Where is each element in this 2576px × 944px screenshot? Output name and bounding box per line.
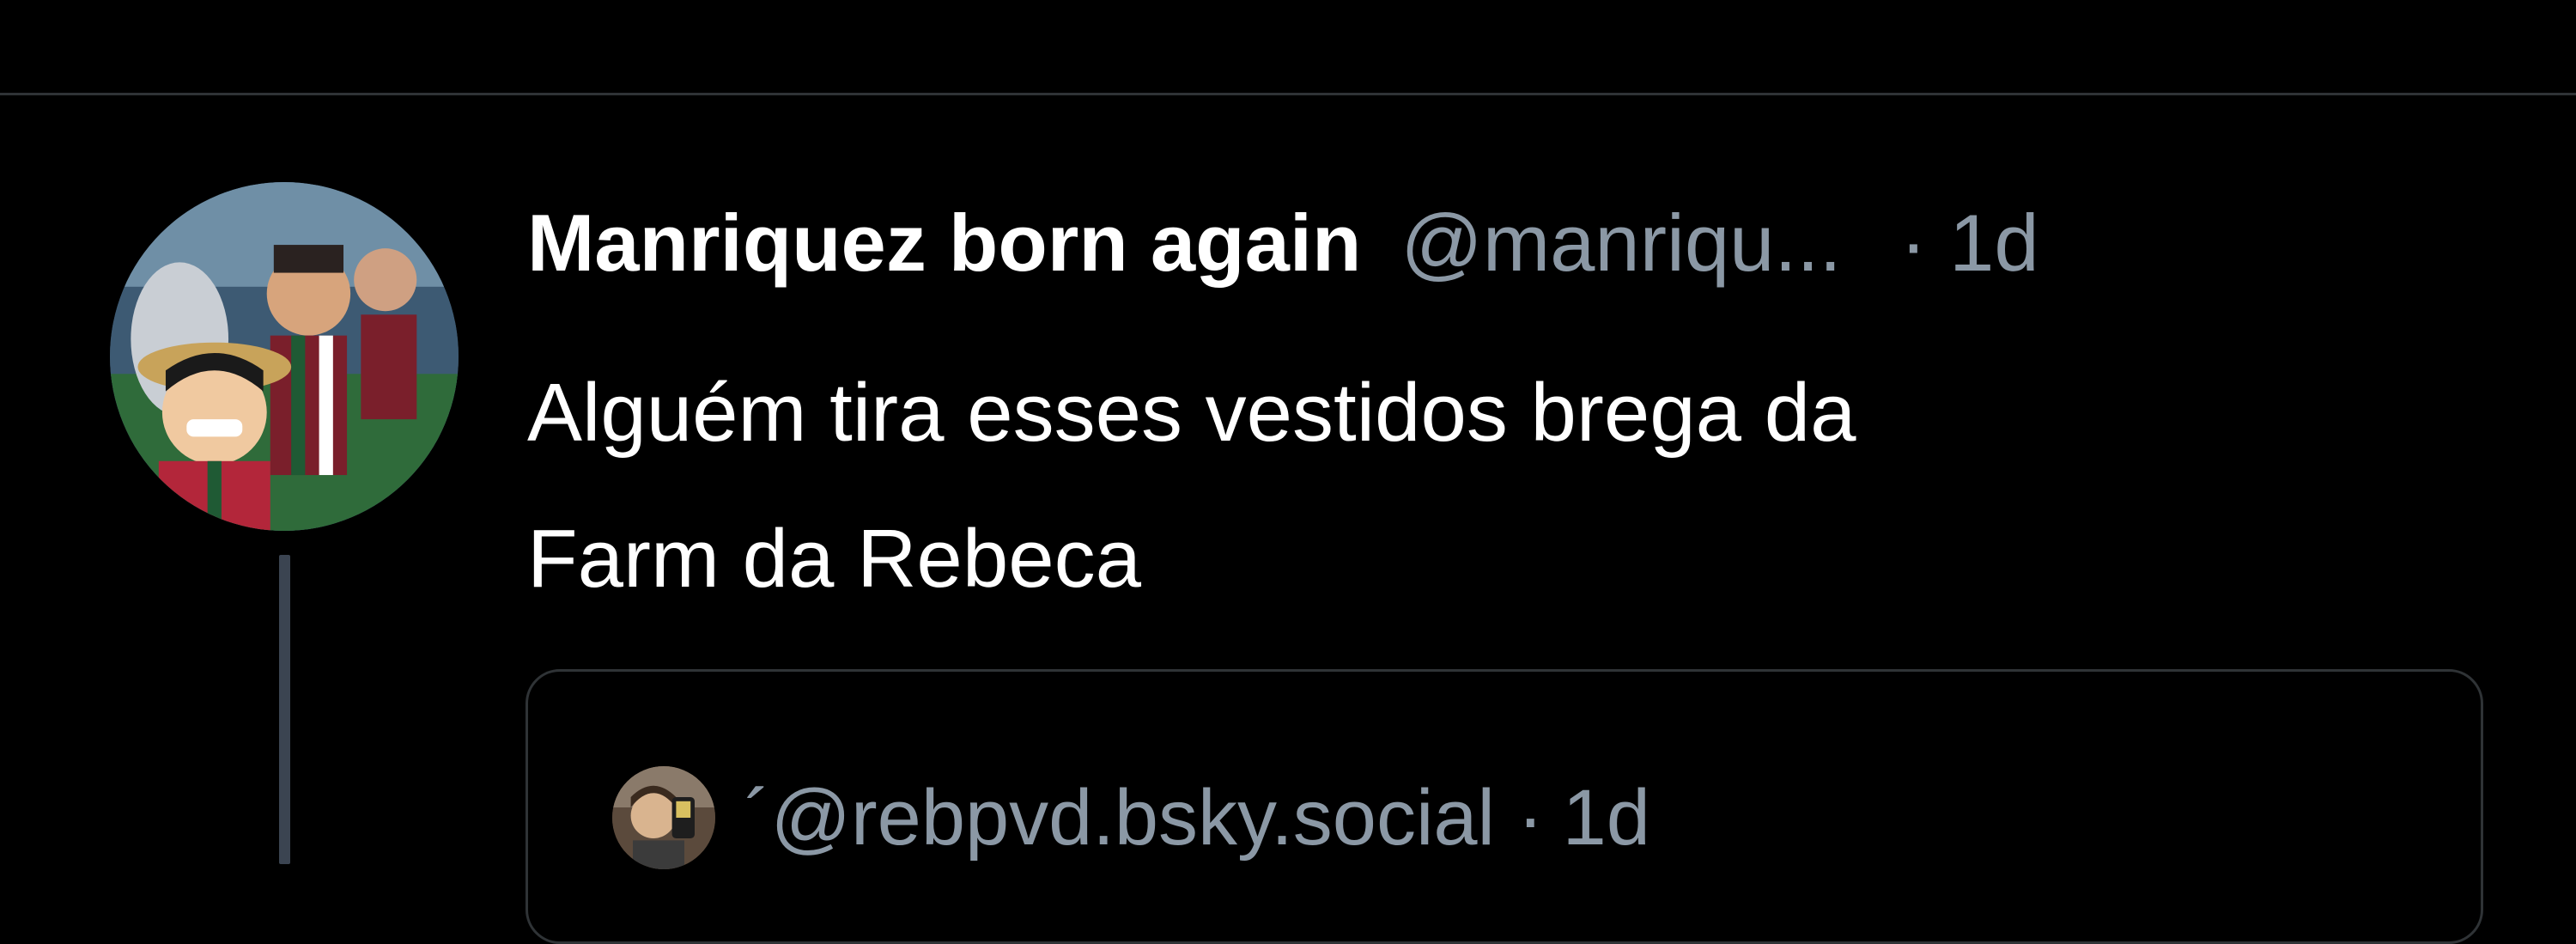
quoted-post-card[interactable]: ´@rebpvd.bsky.social · 1d: [526, 669, 2483, 944]
quoted-post-timestamp[interactable]: 1d: [1563, 773, 1650, 863]
tweet-text-line-2: Farm da Rebeca: [527, 513, 1141, 605]
author-handle[interactable]: @manriqu...: [1400, 200, 1841, 286]
user-avatar-photo-icon: [110, 182, 459, 531]
tweet-text: Alguém tira esses vestidos brega da Farm…: [527, 340, 2502, 632]
tweet-text-line-1: Alguém tira esses vestidos brega da: [527, 367, 1856, 459]
quoted-header-separator: ·: [1517, 773, 1544, 862]
author-avatar[interactable]: [110, 182, 459, 531]
thread-connector-line: [279, 555, 290, 864]
header-separator: ·: [1899, 198, 1928, 288]
quoted-post-header: ´@rebpvd.bsky.social · 1d: [612, 766, 1650, 869]
user-avatar-photo-icon: [612, 766, 715, 869]
author-display-name[interactable]: Manriquez born again: [527, 200, 1361, 286]
quoted-author-avatar[interactable]: [612, 766, 715, 869]
tweet[interactable]: Manriquez born again @manriqu... · 1d Al…: [0, 95, 2576, 944]
tweet-header: Manriquez born again @manriqu... · 1d: [527, 200, 2502, 286]
quoted-author-handle[interactable]: ´@rebpvd.bsky.social: [744, 773, 1495, 863]
tweet-timestamp[interactable]: 1d: [1949, 200, 2039, 286]
